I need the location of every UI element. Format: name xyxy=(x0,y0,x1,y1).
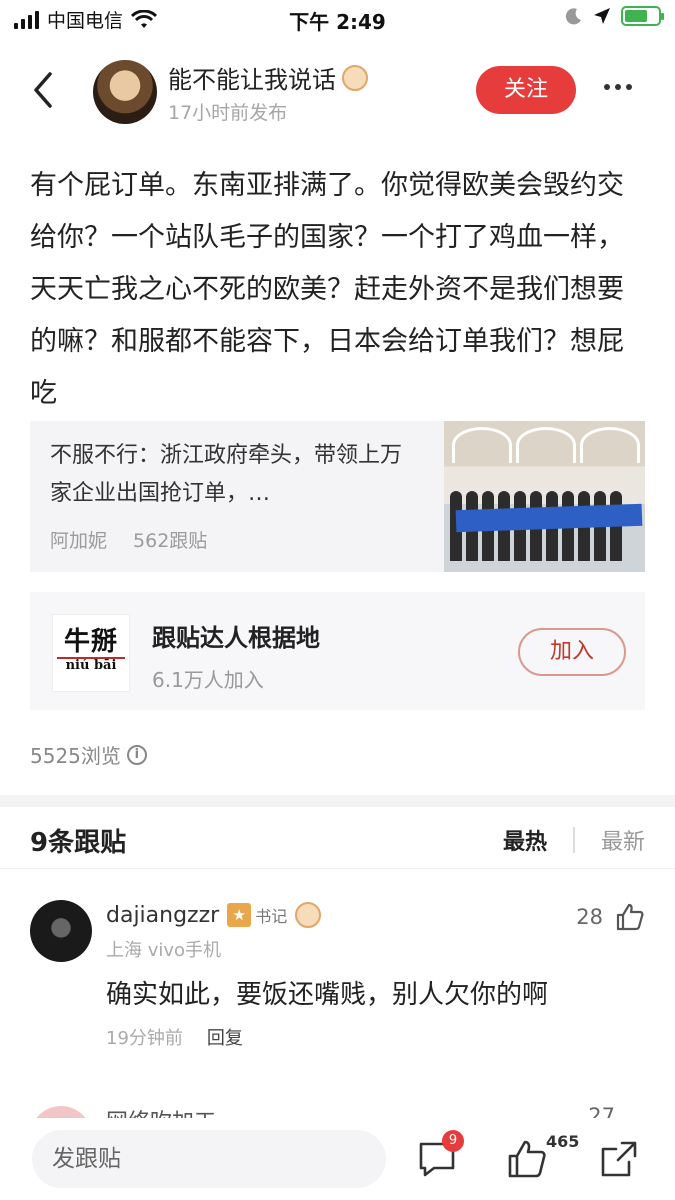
status-right xyxy=(565,6,664,26)
commenter-name[interactable]: 网络吹加工 xyxy=(106,1104,216,1118)
commenter-location: 上海 vivo手机 xyxy=(106,940,222,961)
comment-like[interactable]: 28 xyxy=(576,902,645,932)
bottom-bar: 发跟贴 9 465 xyxy=(0,1118,675,1200)
location-arrow-icon xyxy=(594,8,610,24)
linked-article-card[interactable]: 不服不行：浙江政府牵头，带领上万家企业出国抢订单，… 阿加妮 562跟贴 xyxy=(30,421,645,572)
level-badge: ★ 书记 xyxy=(227,903,287,927)
view-count-row: 5525浏览 i xyxy=(30,740,147,769)
comments-count-heading: 9条跟贴 xyxy=(30,828,127,858)
author-name-row[interactable]: 能不能让我说话 xyxy=(168,60,368,95)
comment-like-count: 27 xyxy=(588,1104,615,1118)
join-button[interactable]: 加入 xyxy=(518,628,626,676)
commenter-name[interactable]: dajiangzzr xyxy=(106,903,219,928)
sort-separator xyxy=(572,827,575,853)
community-name: 跟贴达人根据地 xyxy=(152,624,320,652)
battery-icon xyxy=(621,6,664,26)
comment-time: 19分钟前 xyxy=(106,1028,183,1049)
commenter-avatar[interactable] xyxy=(30,900,92,962)
back-arrow-icon[interactable] xyxy=(28,70,58,110)
more-options-icon[interactable] xyxy=(604,74,632,100)
community-card[interactable]: 牛掰 niú bāi 跟贴达人根据地 6.1万人加入 加入 xyxy=(30,592,645,710)
sort-new-tab[interactable]: 最新 xyxy=(601,824,645,856)
community-logo-pinyin: niú bāi xyxy=(65,658,117,673)
thumbs-up-icon[interactable] xyxy=(506,1138,548,1180)
linked-article-author: 阿加妮 xyxy=(50,530,108,552)
reply-button[interactable]: 回复 xyxy=(207,1024,243,1050)
comment-count-badge: 9 xyxy=(442,1130,464,1152)
author-name[interactable]: 能不能让我说话 xyxy=(168,60,336,95)
commenter-avatar[interactable] xyxy=(30,1106,92,1118)
comments-sort: 最热 最新 xyxy=(503,824,645,856)
comment-item-partial: 网络吹加工 27 xyxy=(0,1098,675,1118)
moon-icon xyxy=(565,8,581,25)
community-logo: 牛掰 niú bāi xyxy=(52,614,130,692)
status-bar: 中国电信 下午 2:49 xyxy=(0,0,675,38)
community-logo-hanzi: 牛掰 xyxy=(63,627,118,657)
comment-text: 确实如此，要饭还嘴贱，别人欠你的啊 xyxy=(106,980,549,1010)
post-header: 能不能让我说话 17小时前发布 关注 xyxy=(0,48,675,138)
community-member-count: 6.1万人加入 xyxy=(152,668,264,692)
post-body: 有个屁订单。东南亚排满了。你觉得欧美会毁约交给你？一个站队毛子的国家？一个打了鸡… xyxy=(30,170,624,409)
level-label: 书记 xyxy=(255,907,288,926)
linked-article-meta: 阿加妮 562跟贴 xyxy=(50,526,207,553)
linked-article-thumbnail xyxy=(444,421,645,572)
comment-item: dajiangzzr ★ 书记 上海 vivo手机 28 确实如此，要饭还嘴贱，… xyxy=(0,880,675,1070)
share-icon[interactable] xyxy=(598,1138,640,1180)
view-count: 5525浏览 xyxy=(30,744,121,768)
post-like-count: 465 xyxy=(546,1132,580,1151)
linked-article-title: 不服不行：浙江政府牵头，带领上万家企业出国抢订单，… xyxy=(50,443,403,506)
star-icon: ★ xyxy=(227,903,252,927)
comment-like-count: 28 xyxy=(576,905,603,929)
follow-button[interactable]: 关注 xyxy=(476,66,576,114)
author-avatar[interactable] xyxy=(93,60,157,124)
comments-divider xyxy=(0,868,675,869)
comment-meta: 19分钟前 回复 xyxy=(106,1024,243,1050)
post-time: 17小时前发布 xyxy=(168,102,288,124)
user-badge-icon xyxy=(342,64,368,91)
commenter-row: dajiangzzr ★ 书记 xyxy=(106,902,322,928)
info-icon[interactable]: i xyxy=(126,744,147,765)
user-badge-icon xyxy=(295,902,322,928)
section-divider xyxy=(0,795,675,807)
linked-article-replies: 562跟贴 xyxy=(133,530,208,552)
reply-input[interactable]: 发跟贴 xyxy=(32,1130,386,1188)
sort-hot-tab[interactable]: 最热 xyxy=(503,824,547,856)
thumbs-up-icon[interactable] xyxy=(615,902,645,932)
